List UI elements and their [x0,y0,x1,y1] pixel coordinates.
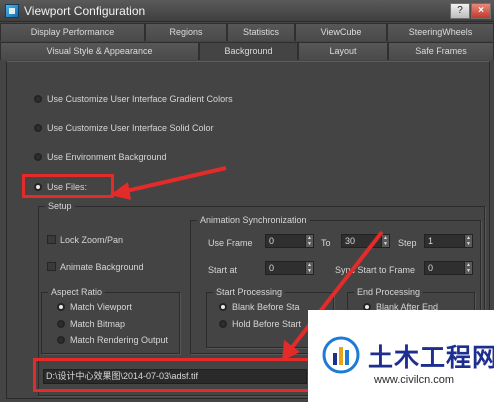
watermark-overlay: 土木工程网 www.civilcn.com [308,310,494,402]
watermark-url: www.civilcn.com [374,374,455,386]
viewport-configuration-window: Viewport Configuration ? × Display Perfo… [0,0,494,402]
arrow-head-use-files [110,182,131,200]
arrow-to-use-files [121,166,227,194]
watermark-title: 土木工程网 [368,343,494,372]
watermark-logo-icon [322,336,360,374]
